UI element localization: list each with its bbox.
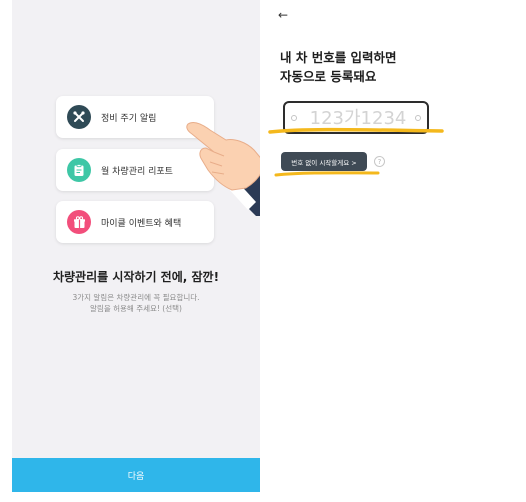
pointing-hand-icon [186,121,260,216]
plate-registration-screen: ← 내 차 번호를 입력하면 자동으로 등록돼요 번호 없이 시작할게요 > ? [260,0,526,502]
card-label: 정비 주기 알림 [101,113,157,124]
title-line: 자동으로 등록돼요 [280,69,377,84]
title-line: 내 차 번호를 입력하면 [280,50,397,65]
start-without-number-button[interactable]: 번호 없이 시작할게요 > [281,152,367,171]
back-arrow-icon[interactable]: ← [278,8,288,22]
plate-bolt-icon [415,115,421,121]
wrench-screwdriver-icon [67,105,91,129]
gift-icon [67,210,91,234]
description-line: 3가지 알림은 차량관리에 꼭 필요합니다. [72,293,200,302]
next-button[interactable]: 다음 [12,458,260,492]
page-title: 내 차 번호를 입력하면 자동으로 등록돼요 [280,48,480,86]
permission-headline: 차량관리를 시작하기 전에, 잠깐! [52,270,220,284]
help-icon[interactable]: ? [374,156,385,167]
permission-description: 3가지 알림은 차량관리에 꼭 필요합니다. 알림을 허용해 주세요! (선택) [12,292,260,314]
permission-screen: 정비 주기 알림 월 차량관리 리포트 마이클 이벤트와 혜택 차량관리를 시작… [12,0,260,492]
plate-bolt-icon [291,115,297,121]
license-plate-field[interactable] [283,101,429,134]
plate-number-input[interactable] [299,107,417,129]
description-line: 알림을 허용해 주세요! (선택) [90,304,182,313]
card-label: 마이클 이벤트와 혜택 [101,218,182,229]
clipboard-report-icon [67,158,91,182]
card-label: 월 차량관리 리포트 [101,166,173,177]
